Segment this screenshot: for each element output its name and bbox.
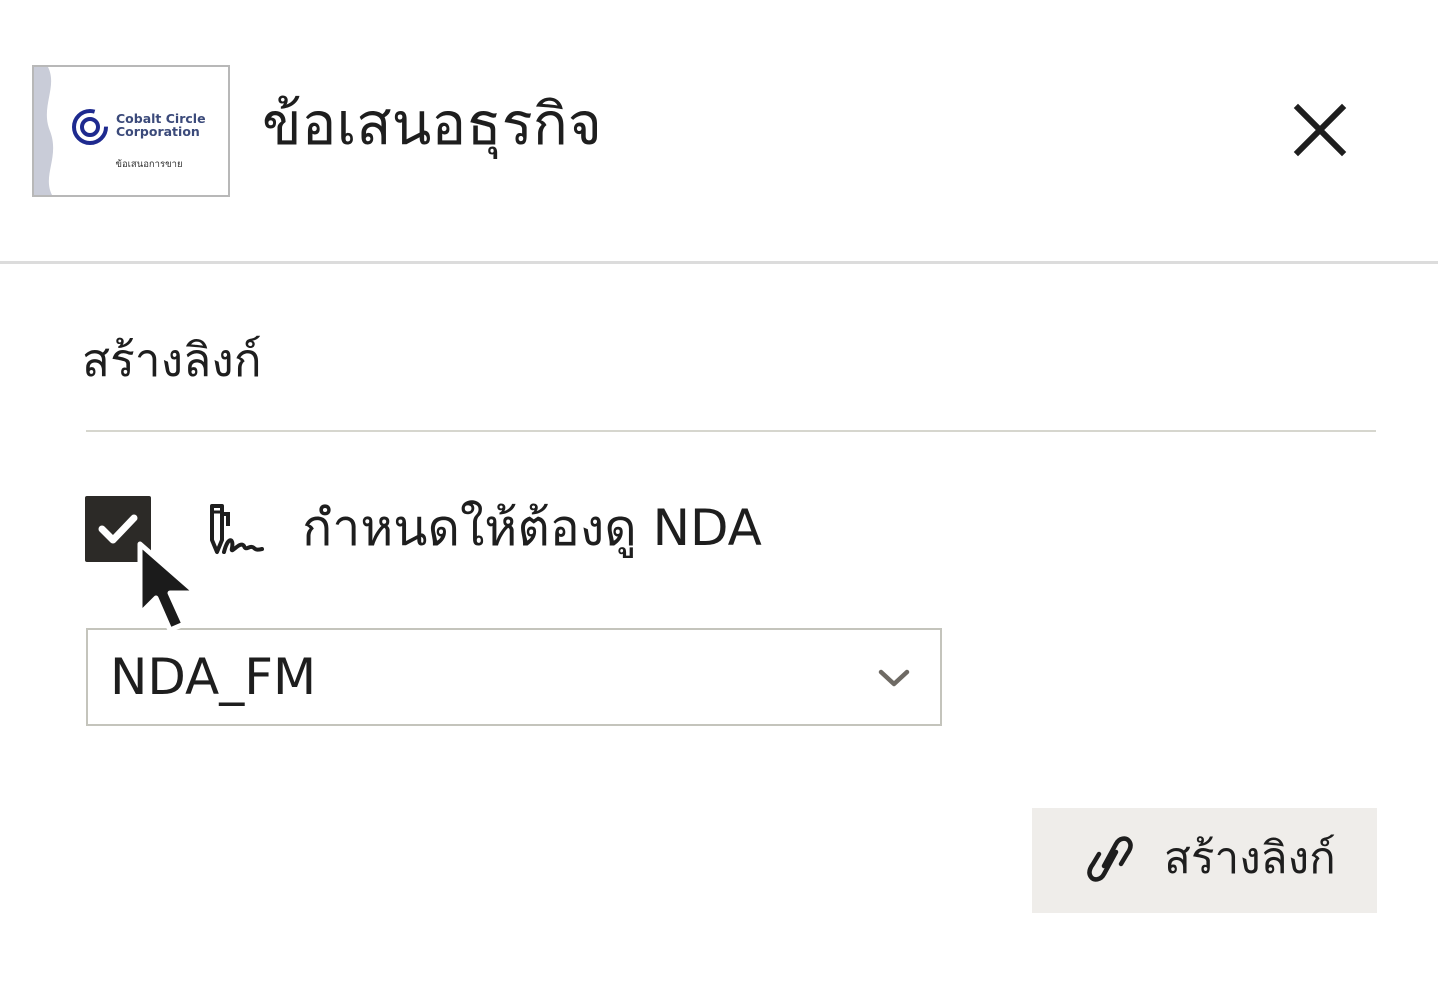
create-link-button-label: สร้างลิงก์ xyxy=(1164,833,1336,884)
dialog-header: Cobalt Circle Corporation ข้อเสนอการขาย … xyxy=(0,0,1438,264)
create-link-dialog: Cobalt Circle Corporation ข้อเสนอการขาย … xyxy=(0,0,1438,985)
chevron-down-icon xyxy=(878,669,910,687)
thumbnail-caption: ข้อเสนอการขาย xyxy=(115,159,183,170)
nda-template-selected-value: NDA_FM xyxy=(110,648,317,706)
require-nda-checkbox[interactable] xyxy=(85,496,151,562)
cobalt-circle-logo-icon xyxy=(72,109,108,145)
nda-template-select[interactable]: NDA_FM xyxy=(86,628,942,726)
document-title: ข้อเสนอธุรกิจ xyxy=(262,90,602,158)
require-nda-label[interactable]: กำหนดให้ต้องดู NDA xyxy=(302,496,762,560)
close-button[interactable] xyxy=(1280,90,1360,170)
section-divider xyxy=(86,430,1376,432)
checkmark-icon xyxy=(98,514,138,544)
thumbnail-wave-decoration xyxy=(34,67,54,195)
create-link-button[interactable]: สร้างลิงก์ xyxy=(1032,808,1377,913)
document-thumbnail: Cobalt Circle Corporation ข้อเสนอการขาย xyxy=(32,65,230,197)
signature-icon xyxy=(210,504,264,554)
link-icon xyxy=(1087,836,1133,882)
thumbnail-company-name: Cobalt Circle Corporation xyxy=(116,112,226,138)
close-icon xyxy=(1293,103,1347,157)
section-title: สร้างลิงก์ xyxy=(82,333,262,387)
thumbnail-company-line2: Corporation xyxy=(116,124,200,139)
